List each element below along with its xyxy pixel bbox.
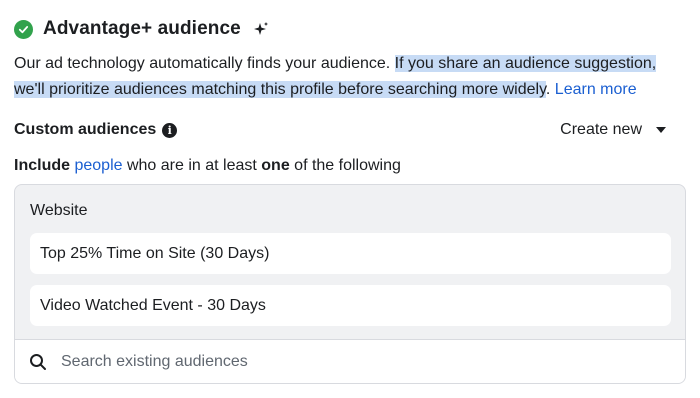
custom-audiences-label: Custom audiences i (14, 121, 178, 139)
description-text: Our ad technology automatically finds yo… (14, 55, 395, 72)
search-input[interactable] (61, 352, 621, 371)
search-icon (29, 353, 47, 371)
search-bar (15, 339, 685, 383)
advantage-header: Advantage+ audience (14, 18, 269, 40)
description: Our ad technology automatically finds yo… (14, 51, 689, 103)
chevron-down-icon (656, 127, 666, 133)
info-icon[interactable]: i (162, 122, 178, 138)
check-circle-icon (14, 19, 33, 39)
include-word: Include (14, 157, 71, 174)
include-line: Include people who are in at least one o… (14, 157, 401, 175)
sparkle-icon (253, 21, 269, 37)
audience-item[interactable]: Top 25% Time on Site (30 Days) (30, 233, 671, 274)
create-new-label: Create new (560, 121, 642, 138)
include-end: of the following (289, 157, 401, 174)
include-middle: who are in at least (122, 157, 262, 174)
custom-audiences-text: Custom audiences (14, 121, 157, 138)
group-label-website: Website (30, 202, 88, 219)
audience-panel: Website Top 25% Time on Site (30 Days) V… (14, 184, 686, 384)
custom-audiences-row: Custom audiences i Create new (14, 121, 670, 139)
audience-item[interactable]: Video Watched Event - 30 Days (30, 285, 671, 326)
learn-more-link[interactable]: Learn more (555, 81, 637, 98)
create-new-dropdown[interactable]: Create new (560, 121, 670, 139)
one-word: one (261, 157, 290, 174)
description-punct: . (545, 81, 555, 98)
page-title: Advantage+ audience (43, 18, 241, 39)
people-link[interactable]: people (74, 157, 122, 174)
